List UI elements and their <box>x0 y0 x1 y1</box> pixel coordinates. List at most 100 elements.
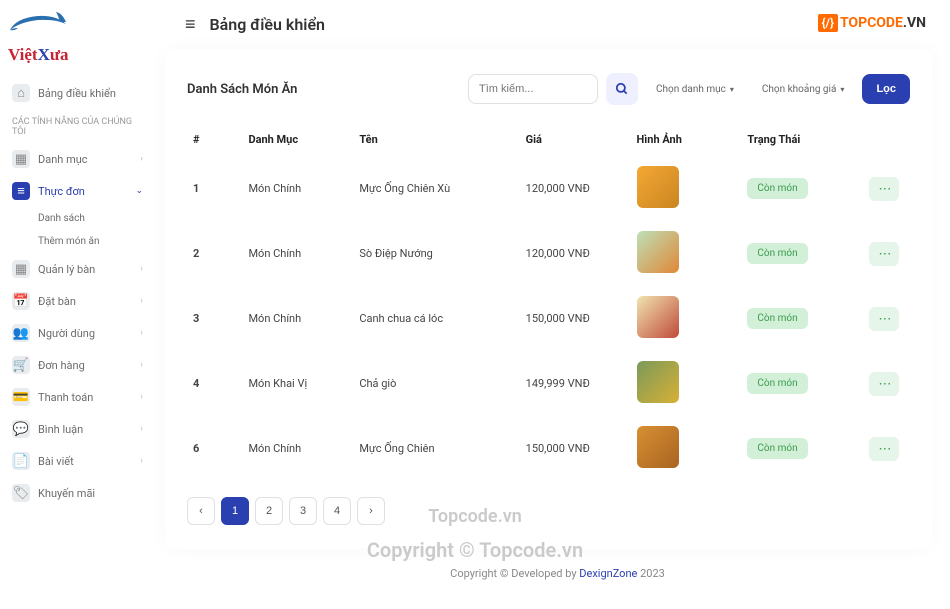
logo-ua: ưa <box>50 45 69 65</box>
nav-dashboard[interactable]: ⌂ Bảng điều khiển <box>8 77 147 109</box>
status-badge: Còn món <box>747 243 807 264</box>
cell-status: Còn món <box>741 221 863 286</box>
price-select[interactable]: Chọn khoảng giá ▾ <box>752 76 855 103</box>
logo-x: X <box>38 45 50 65</box>
watermark-topcode-logo: {/}TOPCODE.VN <box>814 12 930 34</box>
cell-price: 120,000 VNĐ <box>520 221 631 286</box>
app-logo <box>8 10 147 38</box>
subnav-add[interactable]: Thêm món ăn <box>8 230 147 253</box>
page-1[interactable]: 1 <box>221 497 249 525</box>
cell-image <box>631 156 742 221</box>
subnav-list[interactable]: Danh sách <box>8 207 147 230</box>
cell-idx: 2 <box>187 221 242 286</box>
select-label: Chọn khoảng giá <box>762 84 837 95</box>
nav-payments[interactable]: 💳 Thanh toán › <box>8 381 147 413</box>
cell-price: 149,999 VNĐ <box>520 351 631 416</box>
cell-image <box>631 286 742 351</box>
cell-idx: 4 <box>187 351 242 416</box>
table-row: 2 Món Chính Sò Điệp Nướng 120,000 VNĐ Cò… <box>187 221 910 286</box>
more-button[interactable]: ⋯ <box>869 177 899 201</box>
cell-image <box>631 416 742 481</box>
wallet-icon: 💳 <box>12 388 30 406</box>
status-badge: Còn món <box>747 373 807 394</box>
chat-icon: 💬 <box>12 420 30 438</box>
th-image: Hình Ảnh <box>631 123 742 156</box>
search-button[interactable] <box>606 73 638 105</box>
chevron-right-icon: › <box>140 264 143 274</box>
nav-tables[interactable]: ▦ Quản lý bàn › <box>8 253 147 285</box>
page-3[interactable]: 3 <box>289 497 317 525</box>
food-thumbnail <box>637 296 679 338</box>
page-title: Bảng điều khiển <box>210 15 325 34</box>
card-title: Danh Sách Món Ăn <box>187 82 297 97</box>
cell-actions: ⋯ <box>863 286 910 351</box>
tag-icon: 🏷 <box>12 484 30 502</box>
chevron-right-icon: › <box>140 360 143 370</box>
cell-name: Mực Ống Chiên Xù <box>353 156 519 221</box>
nav-articles[interactable]: 📄 Bài viết › <box>8 445 147 477</box>
footer-brand: DexignZone <box>579 567 637 580</box>
select-label: Chọn danh mục <box>656 84 726 95</box>
chevron-right-icon: › <box>140 424 143 434</box>
nav-users[interactable]: 👥 Người dùng › <box>8 317 147 349</box>
page-next[interactable]: › <box>357 497 385 525</box>
cell-price: 150,000 VNĐ <box>520 286 631 351</box>
nav-section-header: CÁC TÍNH NĂNG CỦA CHÚNG TÔI <box>8 109 147 143</box>
nav-label: Đơn hàng <box>38 359 85 372</box>
chevron-down-icon: ⌄ <box>135 186 143 196</box>
cell-actions: ⋯ <box>863 351 910 416</box>
cell-category: Món Chính <box>242 286 353 351</box>
search-input[interactable] <box>468 74 598 104</box>
chevron-right-icon: › <box>140 456 143 466</box>
nav-promotions[interactable]: 🏷 Khuyến mãi <box>8 477 147 509</box>
page-4[interactable]: 4 <box>323 497 351 525</box>
chevron-right-icon: › <box>140 328 143 338</box>
category-select[interactable]: Chọn danh mục ▾ <box>646 76 744 103</box>
cell-image <box>631 221 742 286</box>
list-icon: ≡ <box>12 182 30 200</box>
more-button[interactable]: ⋯ <box>869 437 899 461</box>
more-button[interactable]: ⋯ <box>869 307 899 331</box>
th-category: Danh Mục <box>242 123 353 156</box>
menu-toggle-icon[interactable]: ≡ <box>185 14 196 35</box>
th-idx: # <box>187 123 242 156</box>
nav-label: Quản lý bàn <box>38 263 95 276</box>
food-thumbnail <box>637 231 679 273</box>
cell-status: Còn món <box>741 416 863 481</box>
nav-comments[interactable]: 💬 Bình luận › <box>8 413 147 445</box>
cell-name: Canh chua cá lóc <box>353 286 519 351</box>
nav-category[interactable]: ▦ Danh mục › <box>8 143 147 175</box>
page-prev[interactable]: ‹ <box>187 497 215 525</box>
nav-label: Bảng điều khiển <box>38 87 116 100</box>
nav-menu[interactable]: ≡ Thực đơn ⌄ <box>8 175 147 207</box>
cell-status: Còn món <box>741 156 863 221</box>
cell-status: Còn món <box>741 286 863 351</box>
nav-reservations[interactable]: 📅 Đặt bàn › <box>8 285 147 317</box>
th-status: Trạng Thái <box>741 123 863 156</box>
filter-button[interactable]: Lọc <box>862 74 910 104</box>
cell-category: Món Chính <box>242 156 353 221</box>
page-2[interactable]: 2 <box>255 497 283 525</box>
nav-orders[interactable]: 🛒 Đơn hàng › <box>8 349 147 381</box>
more-button[interactable]: ⋯ <box>869 372 899 396</box>
table-row: 3 Món Chính Canh chua cá lóc 150,000 VNĐ… <box>187 286 910 351</box>
cell-category: Món Chính <box>242 221 353 286</box>
cell-name: Mực Ống Chiên <box>353 416 519 481</box>
cell-idx: 3 <box>187 286 242 351</box>
table-row: 1 Món Chính Mực Ống Chiên Xù 120,000 VNĐ… <box>187 156 910 221</box>
nav-label: Người dùng <box>38 327 95 340</box>
cell-category: Món Chính <box>242 416 353 481</box>
food-thumbnail <box>637 361 679 403</box>
status-badge: Còn món <box>747 308 807 329</box>
logo-viet: Việt <box>8 45 38 65</box>
cell-image <box>631 351 742 416</box>
watermark-copyright: Copyright © Topcode.vn <box>367 538 583 562</box>
grid-icon: ▦ <box>12 150 30 168</box>
more-button[interactable]: ⋯ <box>869 242 899 266</box>
nav-label: Thực đơn <box>38 185 85 198</box>
cell-idx: 6 <box>187 416 242 481</box>
nav-label: Thanh toán <box>38 391 93 404</box>
chevron-right-icon: › <box>140 296 143 306</box>
nav-label: Khuyến mãi <box>38 487 95 500</box>
nav-label: Danh mục <box>38 153 88 166</box>
